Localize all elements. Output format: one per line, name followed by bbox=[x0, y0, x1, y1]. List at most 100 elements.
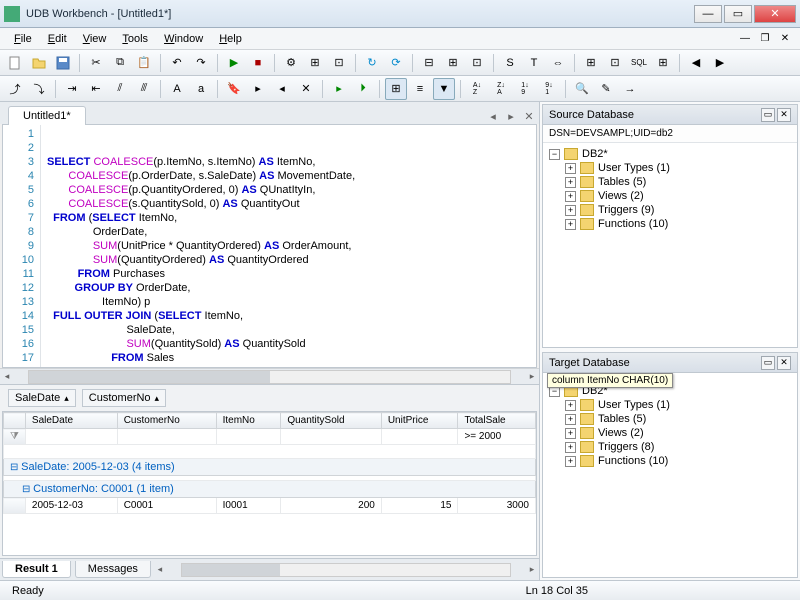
expand-icon[interactable]: + bbox=[565, 219, 576, 230]
view-button[interactable]: ⊡ bbox=[604, 52, 626, 74]
col-quantitysold[interactable]: QuantitySold bbox=[281, 413, 382, 429]
paste-button[interactable]: 📋 bbox=[133, 52, 155, 74]
close-button[interactable]: ✕ bbox=[754, 5, 796, 23]
tree-node-tables[interactable]: +Tables (5) bbox=[565, 412, 795, 426]
panel-dock-button[interactable]: ▭ bbox=[761, 108, 775, 122]
panel-dock-button[interactable]: ▭ bbox=[761, 356, 775, 370]
save-button[interactable] bbox=[52, 52, 74, 74]
group-row-customerno[interactable]: ⊟ CustomerNo: C0001 (1 item) bbox=[4, 481, 536, 498]
redo-button[interactable]: ↷ bbox=[190, 52, 212, 74]
tool-a-button[interactable]: ⚙ bbox=[280, 52, 302, 74]
tab-messages[interactable]: Messages bbox=[75, 561, 151, 578]
exec2-button[interactable]: ⏵ bbox=[352, 78, 374, 100]
menu-file[interactable]: File bbox=[6, 31, 40, 47]
col-unitprice[interactable]: UnitPrice bbox=[381, 413, 458, 429]
replace-button[interactable]: ✎ bbox=[595, 78, 617, 100]
mdi-minimize-button[interactable]: ― bbox=[736, 32, 754, 46]
expand-icon[interactable]: + bbox=[565, 191, 576, 202]
results-grid[interactable]: SaleDate CustomerNo ItemNo QuantitySold … bbox=[2, 411, 537, 556]
export-button[interactable]: ⤴ bbox=[4, 78, 26, 100]
source-dsn[interactable]: DSN=DEVSAMPL;UID=db2 bbox=[543, 125, 797, 143]
sort-num-asc-button[interactable]: 1↓9 bbox=[514, 78, 536, 100]
code-area[interactable]: SELECT COALESCE(p.ItemNo, s.ItemNo) AS I… bbox=[41, 125, 536, 367]
expand-icon[interactable]: + bbox=[565, 205, 576, 216]
filter-row[interactable]: ⧩ >= 2000 bbox=[4, 429, 536, 445]
tree-node-views[interactable]: +Views (2) bbox=[565, 426, 795, 440]
filter3-button[interactable]: ⊡ bbox=[466, 52, 488, 74]
menu-window[interactable]: Window bbox=[156, 31, 211, 47]
filter-icon[interactable]: ⧩ bbox=[4, 429, 26, 445]
editor-hscroll[interactable]: ◂▸ bbox=[0, 368, 539, 384]
find-button[interactable]: 🔍 bbox=[571, 78, 593, 100]
tree-node-usertypes[interactable]: +User Types (1) bbox=[565, 398, 795, 412]
sort-num-desc-button[interactable]: 9↓1 bbox=[538, 78, 560, 100]
bookmark-button[interactable]: 🔖 bbox=[223, 78, 245, 100]
group-row-saledate[interactable]: ⊟ SaleDate: 2005-12-03 (4 items) bbox=[4, 459, 536, 476]
source-tree[interactable]: −DB2* +User Types (1) +Tables (5) +Views… bbox=[543, 143, 797, 235]
refresh-button[interactable]: ↻ bbox=[361, 52, 383, 74]
expand-icon[interactable]: − bbox=[549, 149, 560, 160]
sort-desc-button[interactable]: Z↓A bbox=[490, 78, 512, 100]
exec1-button[interactable]: ▸ bbox=[328, 78, 350, 100]
tool-c-button[interactable]: ⊡ bbox=[328, 52, 350, 74]
upper-button[interactable]: A bbox=[166, 78, 188, 100]
maximize-button[interactable]: ▭ bbox=[724, 5, 752, 23]
expand-icon[interactable]: + bbox=[565, 442, 576, 453]
tab-untitled1[interactable]: Untitled1* bbox=[8, 106, 86, 125]
menu-view[interactable]: View bbox=[75, 31, 115, 47]
cut-button[interactable]: ✂ bbox=[85, 52, 107, 74]
sort-asc-button[interactable]: A↓Z bbox=[466, 78, 488, 100]
tool-b-button[interactable]: ⊞ bbox=[304, 52, 326, 74]
menu-help[interactable]: Help bbox=[211, 31, 250, 47]
open-button[interactable] bbox=[28, 52, 50, 74]
expand-icon[interactable]: + bbox=[565, 428, 576, 439]
tab-prev-button[interactable]: ◂ bbox=[485, 108, 501, 124]
refresh-all-button[interactable]: ⟳ bbox=[385, 52, 407, 74]
run-button[interactable]: ▶ bbox=[223, 52, 245, 74]
panel-close-button[interactable]: ✕ bbox=[777, 108, 791, 122]
mdi-close-button[interactable]: ✕ bbox=[776, 32, 794, 46]
panel-close-button[interactable]: ✕ bbox=[777, 356, 791, 370]
tree-node-functions[interactable]: +Functions (10) bbox=[565, 454, 795, 468]
filter1-button[interactable]: ⊟ bbox=[418, 52, 440, 74]
col-totalsale[interactable]: TotalSale bbox=[458, 413, 536, 429]
nav-split-button[interactable]: ⇔ bbox=[547, 52, 569, 74]
sql-button[interactable]: SQL bbox=[628, 52, 650, 74]
nav-source-button[interactable]: S bbox=[499, 52, 521, 74]
uncomment-button[interactable]: ⫻ bbox=[133, 78, 155, 100]
table-button[interactable]: ⊞ bbox=[580, 52, 602, 74]
bookmark-prev-button[interactable]: ◂ bbox=[271, 78, 293, 100]
stop-button[interactable]: ■ bbox=[247, 52, 269, 74]
outdent-button[interactable]: ⇤ bbox=[85, 78, 107, 100]
col-saledate[interactable]: SaleDate bbox=[25, 413, 117, 429]
col-itemno[interactable]: ItemNo bbox=[216, 413, 281, 429]
expand-icon[interactable]: + bbox=[565, 414, 576, 425]
group-chip-saledate[interactable]: SaleDate▴ bbox=[8, 389, 76, 407]
comment-button[interactable]: ⫽ bbox=[109, 78, 131, 100]
undo-button[interactable]: ↶ bbox=[166, 52, 188, 74]
indent-button[interactable]: ⇥ bbox=[61, 78, 83, 100]
mdi-restore-button[interactable]: ❐ bbox=[756, 32, 774, 46]
target-tree[interactable]: −DB2* +User Types (1) +Tables (5) +Views… bbox=[543, 380, 797, 472]
tree-node-triggers[interactable]: +Triggers (9) bbox=[565, 203, 795, 217]
tab-close-button[interactable]: ✕ bbox=[521, 108, 537, 124]
results-grid-button[interactable]: ⊞ bbox=[385, 78, 407, 100]
sql-editor[interactable]: 123456789101112131415161718 SELECT COALE… bbox=[2, 124, 537, 368]
minimize-button[interactable]: ― bbox=[694, 5, 722, 23]
nav-target-button[interactable]: T bbox=[523, 52, 545, 74]
menu-edit[interactable]: Edit bbox=[40, 31, 75, 47]
expand-icon[interactable]: + bbox=[565, 177, 576, 188]
tree-node-functions[interactable]: +Functions (10) bbox=[565, 217, 795, 231]
new-button[interactable] bbox=[4, 52, 26, 74]
copy-button[interactable]: ⧉ bbox=[109, 52, 131, 74]
expand-icon[interactable]: + bbox=[565, 400, 576, 411]
tree-node-usertypes[interactable]: +User Types (1) bbox=[565, 161, 795, 175]
import-button[interactable]: ⤵ bbox=[28, 78, 50, 100]
tree-node-triggers[interactable]: +Triggers (8) bbox=[565, 440, 795, 454]
col-customerno[interactable]: CustomerNo bbox=[117, 413, 216, 429]
tree-node-tables[interactable]: +Tables (5) bbox=[565, 175, 795, 189]
expand-icon[interactable]: + bbox=[565, 163, 576, 174]
tree-root[interactable]: −DB2* bbox=[549, 147, 795, 161]
results-text-button[interactable]: ≡ bbox=[409, 78, 431, 100]
menu-tools[interactable]: Tools bbox=[114, 31, 156, 47]
